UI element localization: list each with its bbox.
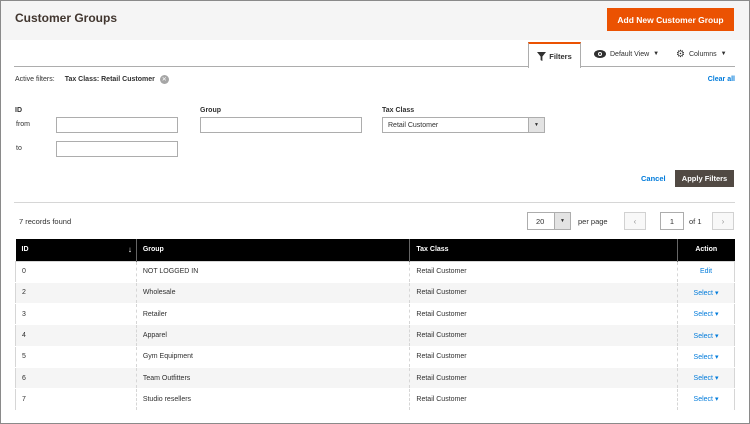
- cell-id: 2: [15, 282, 137, 305]
- next-page-button[interactable]: ›: [712, 212, 734, 230]
- active-filter-chip: Tax Class: Retail Customer: [64, 75, 155, 83]
- caret-down-icon: ▼: [554, 213, 570, 229]
- column-header-id[interactable]: ID ↓: [15, 239, 137, 261]
- tax-class-filter-label: Tax Class: [382, 107, 415, 114]
- per-page-value: 20: [536, 216, 545, 226]
- cell-group: Team Outfitters: [136, 367, 411, 390]
- select-action-dropdown[interactable]: Select ▾: [694, 333, 719, 340]
- cell-group: NOT LOGGED IN: [136, 261, 411, 283]
- cell-id: 5: [15, 346, 137, 368]
- filters-tab-label: Filters: [549, 51, 572, 61]
- gear-icon: ⚙: [676, 48, 685, 60]
- table-row[interactable]: 7 Studio resellers Retail Customer Selec…: [15, 388, 735, 411]
- from-label: from: [16, 121, 30, 128]
- chevron-left-icon: ‹: [633, 216, 637, 226]
- table-row[interactable]: 5 Gym Equipment Retail Customer Select ▾: [15, 346, 735, 368]
- select-action-dropdown[interactable]: Select ▾: [694, 396, 719, 403]
- id-to-input[interactable]: [56, 141, 178, 157]
- select-action-dropdown[interactable]: Select ▾: [694, 354, 719, 361]
- records-found: 7 records found: [19, 217, 72, 226]
- table-row[interactable]: 6 Team Outfitters Retail Customer Select…: [15, 367, 735, 390]
- caret-down-icon: ▼: [528, 118, 544, 132]
- cell-group: Wholesale: [136, 282, 411, 305]
- cell-tax-class: Retail Customer: [409, 346, 679, 368]
- caret-down-icon: ▾: [714, 375, 719, 383]
- previous-page-button[interactable]: ‹: [624, 212, 646, 230]
- clear-all-link[interactable]: Clear all: [708, 76, 735, 83]
- table-row[interactable]: 4 Apparel Retail Customer Select ▾: [15, 324, 735, 347]
- grid-header-row: ID ↓ Group Tax Class Action: [15, 239, 735, 261]
- remove-filter-icon[interactable]: ✕: [159, 74, 169, 84]
- cell-group: Gym Equipment: [136, 346, 411, 368]
- cell-tax-class: Retail Customer: [409, 388, 679, 411]
- caret-down-icon: ▾: [714, 289, 719, 297]
- table-row[interactable]: 0 NOT LOGGED IN Retail Customer Edit: [15, 261, 735, 283]
- caret-down-icon: ▼: [720, 51, 727, 57]
- column-header-tax-class[interactable]: Tax Class: [409, 239, 679, 261]
- cell-group: Apparel: [136, 324, 411, 347]
- customer-groups-grid: ID ↓ Group Tax Class Action 0 NOT LOGGED …: [15, 239, 735, 411]
- cell-group: Studio resellers: [136, 388, 411, 411]
- tax-class-selected: Retail Customer: [388, 121, 439, 129]
- table-row[interactable]: 3 Retailer Retail Customer Select ▾: [15, 303, 735, 326]
- default-view-label: Default View: [610, 50, 650, 58]
- add-new-customer-group-button[interactable]: Add New Customer Group: [607, 8, 734, 31]
- cell-group: Retailer: [136, 303, 411, 326]
- caret-down-icon: ▼: [653, 51, 660, 57]
- group-filter-input[interactable]: [200, 117, 362, 133]
- filters-tab[interactable]: Filters: [528, 42, 581, 68]
- page-number-input[interactable]: 1: [660, 212, 684, 230]
- cell-tax-class: Retail Customer: [409, 367, 679, 390]
- cell-id: 6: [15, 367, 137, 390]
- select-action-dropdown[interactable]: Select ▾: [694, 290, 719, 297]
- active-filters-bar: Active filters: Tax Class: Retail Custom…: [15, 71, 735, 87]
- cell-id: 3: [15, 303, 137, 326]
- eye-icon: [594, 50, 606, 58]
- column-header-group[interactable]: Group: [136, 239, 411, 261]
- edit-link[interactable]: Edit: [700, 268, 712, 275]
- caret-down-icon: ▾: [714, 332, 719, 340]
- column-header-action: Action: [677, 239, 735, 261]
- caret-down-icon: ▾: [714, 311, 719, 319]
- cell-id: 0: [15, 261, 137, 283]
- id-filter-label: ID: [15, 107, 22, 114]
- divider: [14, 202, 735, 203]
- per-page-label: per page: [578, 217, 608, 226]
- tax-class-select[interactable]: Retail Customer ▼: [382, 117, 545, 133]
- cell-tax-class: Retail Customer: [409, 324, 679, 347]
- default-view-dropdown[interactable]: Default View ▼: [594, 46, 659, 62]
- group-filter-label: Group: [200, 107, 221, 114]
- cell-tax-class: Retail Customer: [409, 282, 679, 305]
- columns-dropdown[interactable]: ⚙ Columns ▼: [676, 46, 727, 62]
- select-action-dropdown[interactable]: Select ▾: [694, 311, 719, 318]
- grid-toolbar: Filters Default View ▼ ⚙ Columns ▼: [14, 41, 735, 68]
- sort-arrow-icon: ↓: [127, 245, 132, 254]
- cell-tax-class: Retail Customer: [409, 303, 679, 326]
- page-count-label: of 1: [689, 217, 702, 226]
- select-action-dropdown[interactable]: Select ▾: [694, 375, 719, 382]
- per-page-select[interactable]: 20 ▼: [527, 212, 571, 230]
- to-label: to: [16, 145, 22, 152]
- page-title: Customer Groups: [15, 11, 118, 25]
- chevron-right-icon: ›: [721, 216, 725, 226]
- caret-down-icon: ▾: [714, 396, 719, 404]
- active-filters-label: Active filters:: [15, 75, 55, 83]
- columns-label: Columns: [688, 50, 717, 58]
- id-from-input[interactable]: [56, 117, 178, 133]
- apply-filters-button[interactable]: Apply Filters: [675, 170, 734, 187]
- funnel-icon: [537, 51, 547, 61]
- cell-tax-class: Retail Customer: [409, 261, 679, 283]
- cancel-button[interactable]: Cancel: [641, 174, 666, 183]
- caret-down-icon: ▾: [714, 353, 719, 361]
- cell-id: 4: [15, 324, 137, 347]
- cell-id: 7: [15, 388, 137, 411]
- table-row[interactable]: 2 Wholesale Retail Customer Select ▾: [15, 282, 735, 305]
